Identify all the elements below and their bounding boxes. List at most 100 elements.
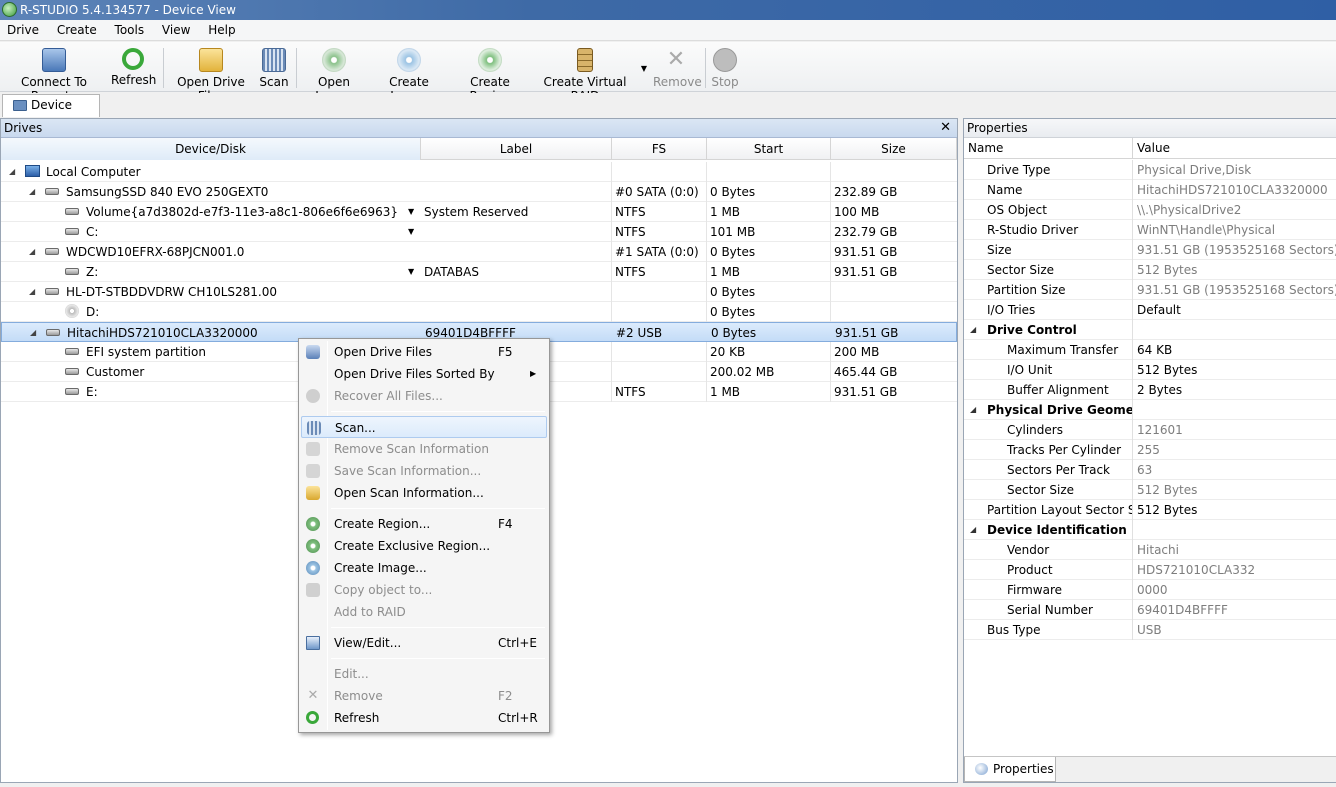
menu-item-scan[interactable]: Scan... <box>301 416 547 438</box>
property-row[interactable]: Sectors Per Track 63 <box>964 460 1336 480</box>
chevron-down-icon[interactable]: ▼ <box>408 202 414 222</box>
column-fs[interactable]: FS <box>612 138 707 160</box>
collapse-icon[interactable]: ◢ <box>29 182 35 202</box>
property-row[interactable]: Cylinders 121601 <box>964 420 1336 440</box>
column-size[interactable]: Size <box>831 138 957 160</box>
menu-item-open-sorted-by[interactable]: Open Drive Files Sorted By ▶ <box>301 363 547 385</box>
property-row[interactable]: Vendor Hitachi <box>964 540 1336 560</box>
menu-tools[interactable]: Tools <box>108 20 152 41</box>
menu-item-create-region[interactable]: Create Region... F4 <box>301 513 547 535</box>
tree-row-wdc[interactable]: ◢ WDCWD10EFRX-68PJCN001.0 #1 SATA (0:0) … <box>1 242 957 262</box>
tree-row-drive-d[interactable]: D: 0 Bytes <box>1 302 957 322</box>
property-row[interactable]: ◢Physical Drive Geometry <box>964 400 1336 420</box>
property-value: 931.51 GB (1953525168 Sectors) <box>1137 283 1336 297</box>
tree-row-dvd-drive[interactable]: ◢ HL-DT-STBDDVDRW CH10LS281.00 0 Bytes <box>1 282 957 302</box>
device-label <box>421 222 612 242</box>
collapse-icon[interactable]: ◢ <box>29 282 35 302</box>
property-row[interactable]: ◢ Drive Control <box>964 320 1336 340</box>
stop-button[interactable]: Stop <box>709 46 741 90</box>
property-row[interactable]: Name HitachiHDS721010CLA3320000 <box>964 180 1336 200</box>
device-start: 0 Bytes <box>707 302 831 322</box>
create-virtual-raid-button[interactable]: Create Virtual RAID <box>534 46 636 103</box>
menu-item-copy-object-to[interactable]: Copy object to... <box>301 579 547 601</box>
property-value: 255 <box>1137 443 1160 457</box>
open-image-button[interactable]: Open Image <box>302 46 366 103</box>
connect-to-remote-button[interactable]: Connect To Remote <box>5 46 103 103</box>
refresh-button[interactable]: Refresh <box>111 46 156 90</box>
tree-row-samsung-ssd[interactable]: ◢ SamsungSSD 840 EVO 250GEXT0 #0 SATA (0… <box>1 182 957 202</box>
menu-item-save-scan-information[interactable]: Save Scan Information... <box>301 460 547 482</box>
property-row[interactable]: OS Object \\.\PhysicalDrive2 <box>964 200 1336 220</box>
partition-icon <box>65 388 79 395</box>
create-image-icon <box>306 561 320 575</box>
property-row[interactable]: R-Studio Driver WinNT\Handle\Physical <box>964 220 1336 240</box>
property-name: Partition Size <box>964 280 1133 300</box>
property-row[interactable]: Bus Type USB <box>964 620 1336 640</box>
menu-item-create-exclusive-region[interactable]: Create Exclusive Region... <box>301 535 547 557</box>
tab-properties[interactable]: Properties <box>964 757 1056 782</box>
menu-item-edit[interactable]: Edit... <box>301 663 547 685</box>
menu-item-remove[interactable]: ✕ Remove F2 <box>301 685 547 707</box>
menu-drive[interactable]: Drive <box>0 20 46 41</box>
close-icon[interactable]: ✕ <box>940 119 951 137</box>
menu-create[interactable]: Create <box>50 20 104 41</box>
collapse-icon[interactable]: ◢ <box>29 242 35 262</box>
create-image-button[interactable]: Create Image <box>373 46 445 103</box>
chevron-down-icon[interactable]: ▼ <box>408 262 414 282</box>
create-region-button[interactable]: Create Region <box>452 46 528 103</box>
tree-row-drive-c[interactable]: C: ▼ NTFS 101 MB 232.79 GB <box>1 222 957 242</box>
menu-item-refresh[interactable]: Refresh Ctrl+R <box>301 707 547 729</box>
tree-row-volume[interactable]: Volume{a7d3802d-e7f3-11e3-a8c1-806e6f6e6… <box>1 202 957 222</box>
window-title: R-STUDIO 5.4.134577 - Device View <box>20 3 236 17</box>
property-row[interactable]: Product HDS721010CLA332 <box>964 560 1336 580</box>
tab-device-view[interactable]: Device view <box>2 94 100 133</box>
menu-help[interactable]: Help <box>201 20 242 41</box>
tree-row-drive-z[interactable]: Z: ▼ DATABAS NTFS 1 MB 931.51 GB <box>1 262 957 282</box>
device-name: D: <box>86 305 100 319</box>
property-row[interactable]: ◢ Device Identification <box>964 520 1336 540</box>
property-row[interactable]: Maximum Transfer 64 KB <box>964 340 1336 360</box>
open-drive-files-button[interactable]: Open Drive Files <box>169 46 253 103</box>
scan-icon <box>307 421 321 435</box>
menu-view[interactable]: View <box>155 20 197 41</box>
property-row[interactable]: Sector Size 512 Bytes <box>964 260 1336 280</box>
property-row[interactable]: Buffer Alignment 2 Bytes <box>964 380 1336 400</box>
property-row[interactable]: Drive Type Physical Drive,Disk <box>964 160 1336 180</box>
menu-item-recover-all-files[interactable]: Recover All Files... <box>301 385 547 407</box>
menu-item-open-drive-files[interactable]: Open Drive Files F5 <box>301 341 547 363</box>
property-row[interactable]: I/O Unit 512 Bytes <box>964 360 1336 380</box>
property-row[interactable]: Size 931.51 GB (1953525168 Sectors) <box>964 240 1336 260</box>
column-label[interactable]: Label <box>421 138 612 160</box>
device-name: C: <box>86 225 99 239</box>
property-row[interactable]: I/O Tries Default <box>964 300 1336 320</box>
column-name[interactable]: Name <box>964 138 1133 159</box>
menu-item-add-to-raid[interactable]: Add to RAID <box>301 601 547 623</box>
menu-item-open-scan-information[interactable]: Open Scan Information... <box>301 482 547 504</box>
menu-item-create-image[interactable]: Create Image... <box>301 557 547 579</box>
property-row[interactable]: Partition Layout Sector Size 512 Bytes <box>964 500 1336 520</box>
property-value: 64 KB <box>1137 343 1173 357</box>
property-row[interactable]: Firmware 0000 <box>964 580 1336 600</box>
column-start[interactable]: Start <box>707 138 831 160</box>
menu-item-remove-scan-information[interactable]: Remove Scan Information <box>301 438 547 460</box>
remove-label: Remove <box>653 75 702 89</box>
scan-button[interactable]: Scan <box>258 46 290 90</box>
device-name: Local Computer <box>46 165 141 179</box>
property-name: Product <box>964 560 1133 580</box>
collapse-icon[interactable]: ◢ <box>9 162 15 182</box>
collapse-icon[interactable]: ◢ <box>30 323 36 343</box>
menu-item-view-edit[interactable]: View/Edit... Ctrl+E <box>301 632 547 654</box>
recover-icon <box>306 389 320 403</box>
property-row[interactable]: Serial Number 69401D4BFFFF <box>964 600 1336 620</box>
property-row[interactable]: Tracks Per Cylinder 255 <box>964 440 1336 460</box>
remove-button[interactable]: ✕ Remove <box>653 46 702 90</box>
device-start: 101 MB <box>707 222 831 242</box>
properties-column-header: Name Value <box>964 138 1336 159</box>
chevron-down-icon[interactable]: ▼ <box>408 222 414 242</box>
property-row[interactable]: Sector Size 512 Bytes <box>964 480 1336 500</box>
column-value[interactable]: Value <box>1133 138 1170 159</box>
property-row[interactable]: Partition Size 931.51 GB (1953525168 Sect… <box>964 280 1336 300</box>
computer-icon <box>25 165 40 177</box>
column-device-disk[interactable]: Device/Disk <box>1 138 421 160</box>
tree-row-local-computer[interactable]: ◢ Local Computer <box>1 162 957 182</box>
